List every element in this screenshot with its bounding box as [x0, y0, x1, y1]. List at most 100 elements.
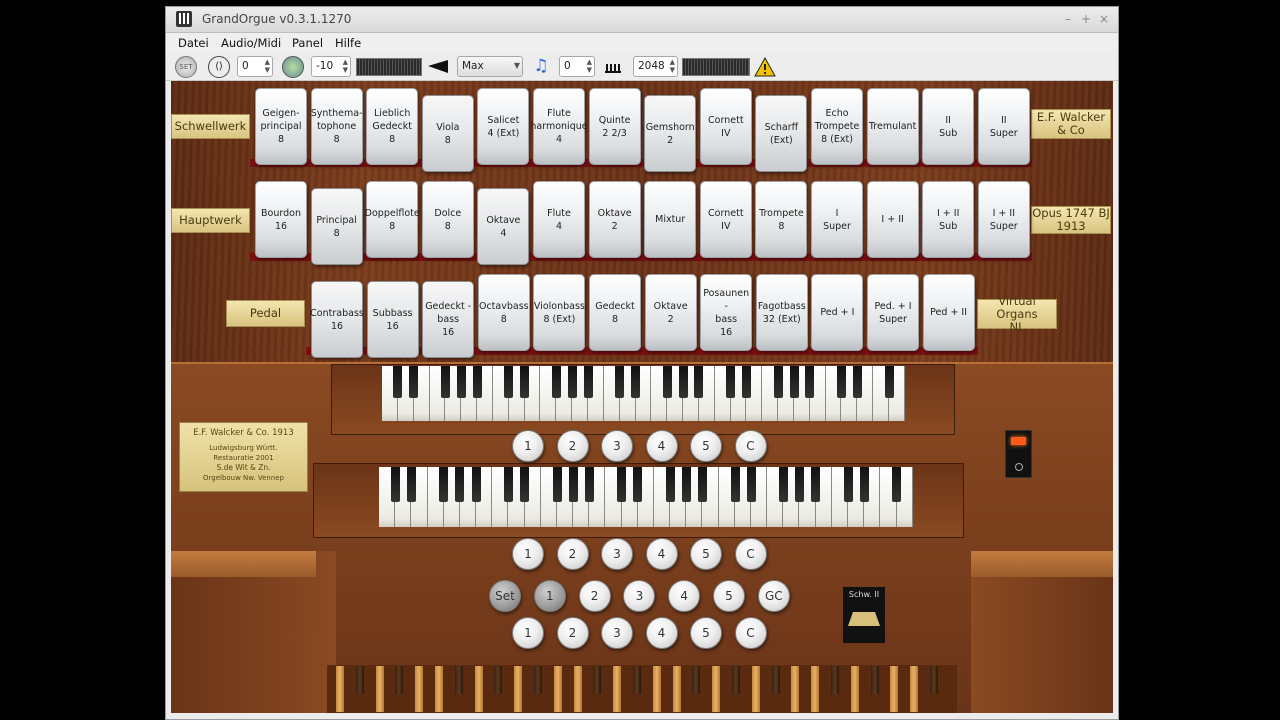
black-key[interactable]	[551, 366, 561, 398]
stop-schwellwerk-2[interactable]: Lieblich Gedeckt 8	[366, 88, 419, 165]
stop-schwellwerk-8[interactable]: Cornett IV	[699, 88, 752, 165]
black-key[interactable]	[617, 467, 627, 502]
memory-spinner[interactable]: 0 ▲ ▼	[237, 56, 273, 77]
stop-hauptwerk-2[interactable]: Doppelflote 8	[365, 181, 420, 258]
piston-middle-0[interactable]: 1	[512, 538, 544, 570]
black-key[interactable]	[471, 467, 481, 502]
piston-general-2[interactable]: 2	[578, 580, 611, 612]
black-key[interactable]	[440, 366, 450, 398]
black-key[interactable]	[837, 366, 847, 398]
black-key[interactable]	[568, 467, 578, 502]
black-key[interactable]	[390, 467, 400, 502]
keyboard-hauptwerk[interactable]	[379, 467, 913, 527]
black-key[interactable]	[698, 467, 708, 502]
black-key[interactable]	[584, 467, 594, 502]
pedal-key[interactable]	[651, 665, 662, 713]
black-key[interactable]	[859, 467, 869, 502]
pedal-key[interactable]	[711, 665, 722, 713]
piston-upper-2[interactable]: 3	[601, 430, 633, 462]
black-key[interactable]	[455, 467, 465, 502]
stop-schwellwerk-0[interactable]: Geigen- principal 8	[255, 88, 307, 165]
stop-schwellwerk-4[interactable]: Salicet 4 (Ext)	[477, 88, 530, 165]
stop-schwellwerk-5[interactable]: Flute harmonique 4	[530, 88, 588, 165]
stop-hauptwerk-9[interactable]: Trompete 8	[755, 181, 808, 258]
black-key[interactable]	[583, 366, 593, 398]
black-key[interactable]	[884, 366, 894, 398]
piston-upper-4[interactable]: 5	[690, 430, 722, 462]
stop-schwellwerk-13[interactable]: II Super	[977, 88, 1030, 165]
pedal-key[interactable]	[770, 665, 781, 695]
menu-panel[interactable]: Panel	[292, 36, 323, 50]
black-key[interactable]	[746, 467, 756, 502]
pedal-key[interactable]	[453, 665, 464, 695]
pedal-key[interactable]	[552, 665, 563, 713]
piston-lower-0[interactable]: 1	[512, 617, 544, 649]
piston-middle-4[interactable]: 5	[690, 538, 722, 570]
stop-hauptwerk-13[interactable]: I + II Super	[977, 181, 1030, 258]
black-key[interactable]	[631, 366, 641, 398]
transpose-spinner[interactable]: 0 ▲ ▼	[559, 56, 595, 77]
black-key[interactable]	[892, 467, 902, 502]
stop-pedal-11[interactable]: Ped + II	[922, 274, 975, 351]
black-key[interactable]	[789, 366, 799, 398]
black-key[interactable]	[520, 467, 530, 502]
pedal-key[interactable]	[632, 665, 642, 695]
power-switch[interactable]	[1005, 430, 1032, 478]
stop-hauptwerk-4[interactable]: Oktave 4	[477, 188, 530, 265]
pedal-key[interactable]	[493, 665, 504, 695]
stop-hauptwerk-7[interactable]: Mixtur	[644, 181, 697, 258]
pedal-key[interactable]	[889, 665, 900, 713]
swell-pedal-indicator[interactable]: Schw. II	[843, 587, 885, 643]
piston-middle-2[interactable]: 3	[601, 538, 633, 570]
menu-hilfe[interactable]: Hilfe	[335, 36, 361, 50]
black-key[interactable]	[811, 467, 821, 502]
memory-icon[interactable]: ⟨⟩	[208, 56, 230, 78]
stop-pedal-5[interactable]: Gedeckt 8	[589, 274, 641, 351]
black-key[interactable]	[665, 467, 675, 502]
speaker-icon[interactable]	[282, 56, 304, 78]
pedal-key[interactable]	[671, 665, 682, 713]
stop-pedal-9[interactable]: Ped + I	[811, 274, 864, 351]
piston-middle-1[interactable]: 2	[556, 538, 589, 570]
black-key[interactable]	[472, 366, 482, 398]
black-key[interactable]	[779, 467, 789, 502]
stop-schwellwerk-9[interactable]: Scharff (Ext)	[755, 95, 808, 172]
stop-hauptwerk-8[interactable]: Cornett IV	[699, 181, 752, 258]
piston-lower-3[interactable]: 4	[645, 617, 678, 649]
black-key[interactable]	[694, 366, 704, 398]
pedal-key[interactable]	[909, 665, 920, 713]
stop-hauptwerk-5[interactable]: Flute 4	[533, 181, 585, 258]
black-key[interactable]	[439, 467, 449, 502]
black-key[interactable]	[504, 366, 514, 398]
black-key[interactable]	[520, 366, 530, 398]
black-key[interactable]	[615, 366, 625, 398]
piston-upper-3[interactable]: 4	[645, 430, 678, 462]
pedal-key[interactable]	[434, 665, 444, 713]
stop-hauptwerk-3[interactable]: Dolce 8	[421, 181, 474, 258]
black-key[interactable]	[678, 366, 688, 398]
pedal-key[interactable]	[374, 665, 385, 713]
set-button[interactable]: SET	[175, 56, 197, 78]
piston-general-0[interactable]: Set	[489, 580, 521, 612]
piston-upper-1[interactable]: 2	[556, 430, 589, 462]
pedal-key[interactable]	[414, 665, 425, 713]
menu-audio-midi[interactable]: Audio/Midi	[221, 36, 281, 50]
close-button[interactable]: ×	[1096, 11, 1112, 27]
piston-upper-0[interactable]: 1	[512, 430, 544, 462]
piston-lower-5[interactable]: C	[734, 617, 767, 649]
black-key[interactable]	[456, 366, 466, 398]
piston-lower-1[interactable]: 2	[556, 617, 589, 649]
black-key[interactable]	[773, 366, 783, 398]
stop-pedal-0[interactable]: Contrabass 16	[310, 281, 364, 358]
pedal-key[interactable]	[354, 665, 365, 695]
piston-general-4[interactable]: 4	[668, 580, 701, 612]
pedal-key[interactable]	[810, 665, 821, 713]
black-key[interactable]	[406, 467, 416, 502]
piston-general-1[interactable]: 1	[533, 580, 566, 612]
stop-pedal-4[interactable]: Violonbass 8 (Ext)	[533, 274, 586, 351]
stop-schwellwerk-12[interactable]: II Sub	[922, 88, 975, 165]
piston-middle-5[interactable]: C	[734, 538, 767, 570]
piston-general-5[interactable]: 5	[713, 580, 745, 612]
polyphony-spinner[interactable]: 2048 ▲ ▼	[633, 56, 678, 77]
stop-schwellwerk-10[interactable]: Echo Trompete 8 (Ext)	[811, 88, 863, 165]
